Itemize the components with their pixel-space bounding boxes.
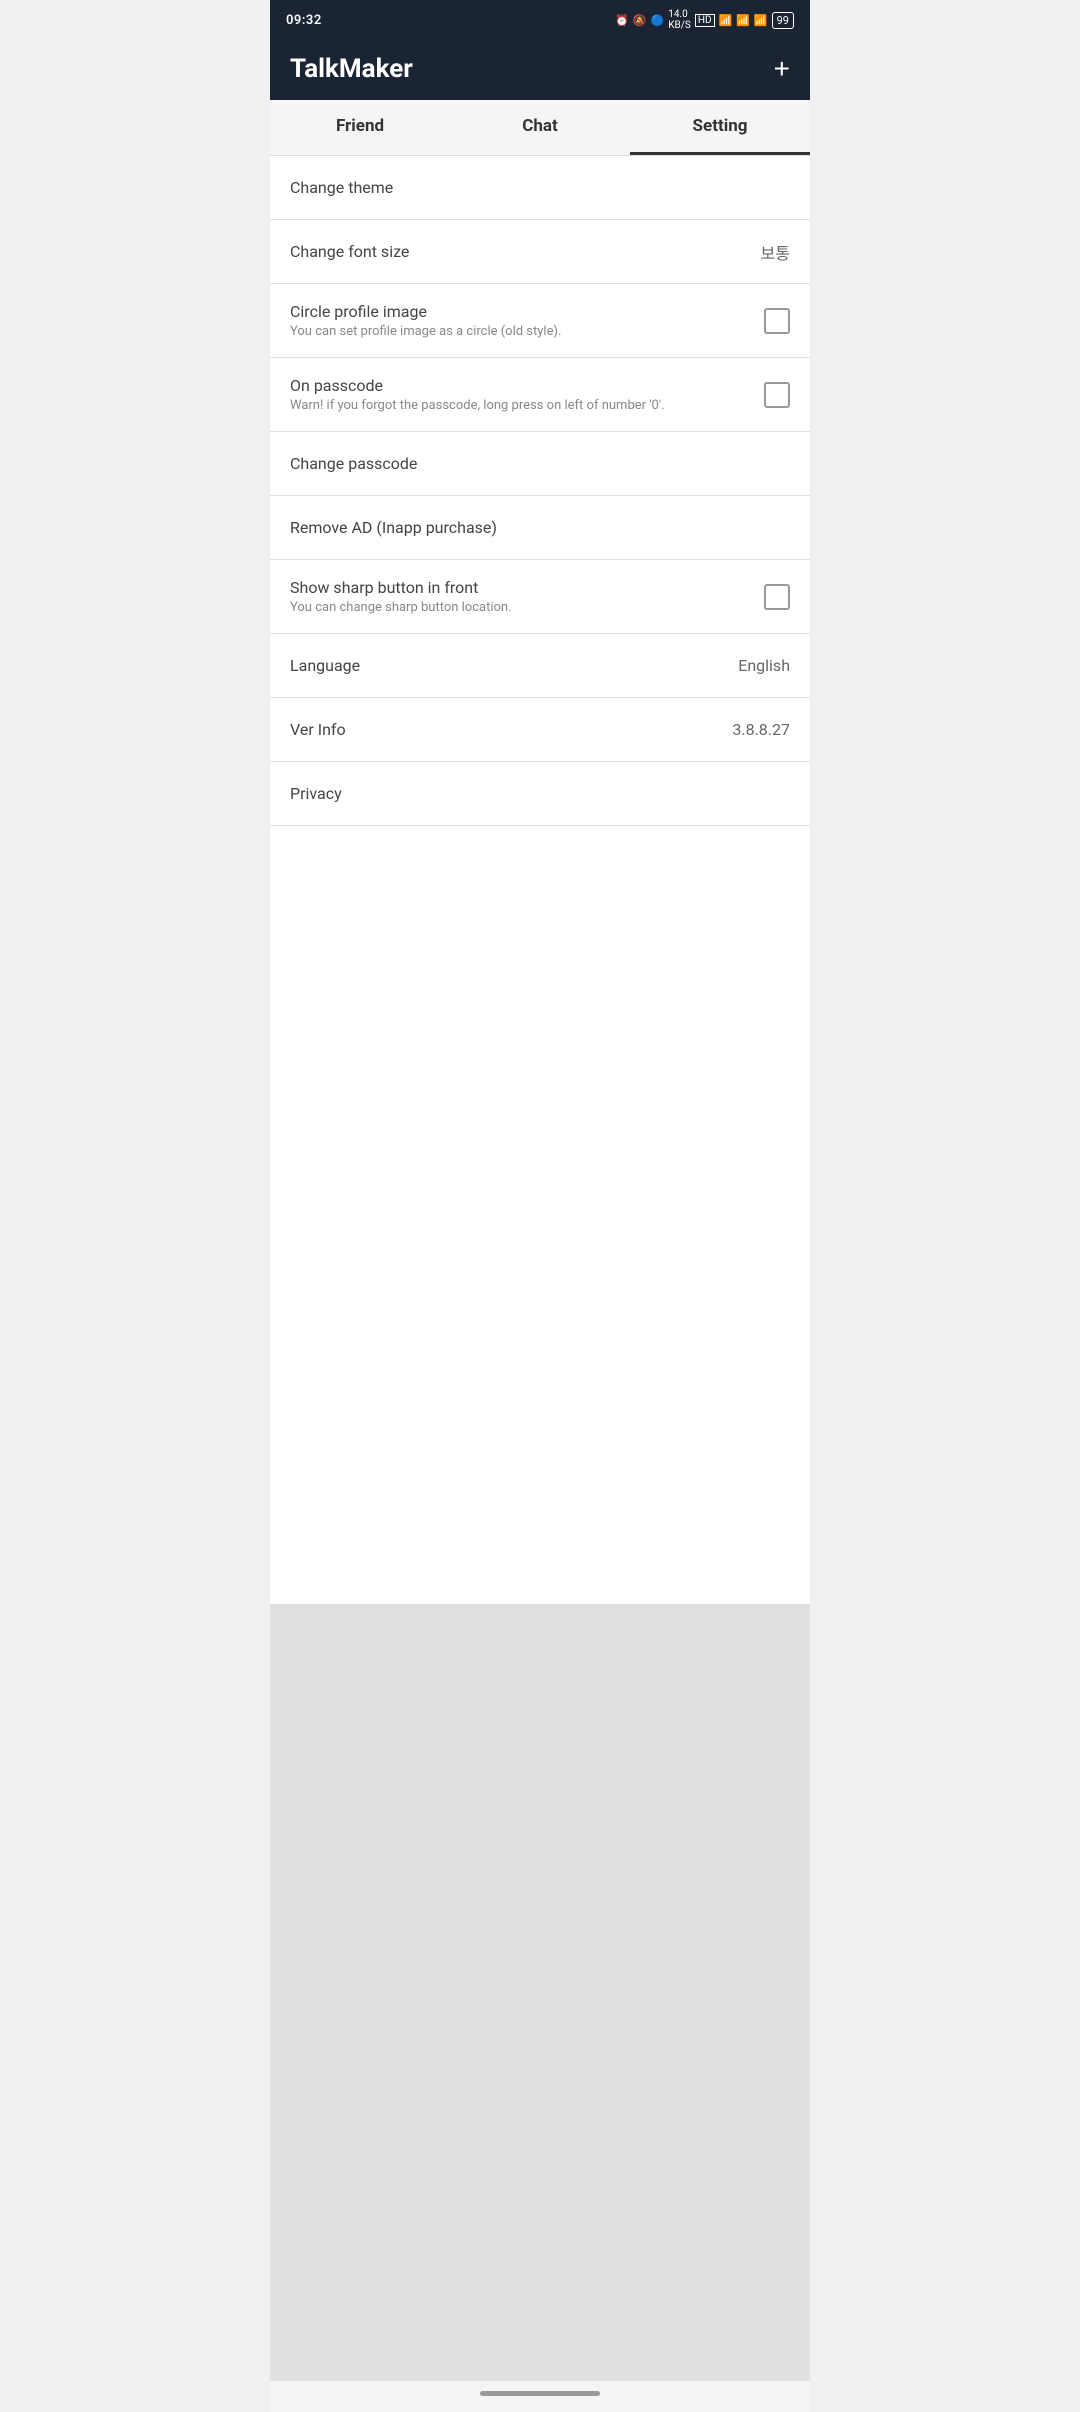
setting-item-change-passcode[interactable]: Change passcode [270, 432, 810, 496]
signal-icon-2: 📶 [754, 14, 768, 27]
setting-content-ver-info: Ver Info [290, 720, 720, 739]
tab-setting[interactable]: Setting [630, 100, 810, 155]
setting-label-change-font-size: Change font size [290, 242, 749, 261]
setting-content-circle-profile-image: Circle profile image You can set profile … [290, 302, 752, 339]
setting-item-change-font-size[interactable]: Change font size 보통 [270, 220, 810, 284]
signal-icon-1: 📶 [736, 14, 750, 27]
mute-icon: 🔕 [633, 14, 647, 27]
setting-item-on-passcode[interactable]: On passcode Warn! if you forgot the passc… [270, 358, 810, 432]
setting-content-language: Language [290, 656, 726, 675]
setting-label-privacy: Privacy [290, 784, 790, 803]
setting-content-remove-ad: Remove AD (Inapp purchase) [290, 518, 790, 537]
wifi-icon: 📶 [719, 14, 733, 27]
home-indicator [480, 2391, 600, 2396]
battery-icon: 99 [772, 12, 794, 29]
tab-chat[interactable]: Chat [450, 100, 630, 155]
setting-label-circle-profile-image: Circle profile image [290, 302, 752, 321]
setting-label-on-passcode: On passcode [290, 376, 752, 395]
setting-item-change-theme[interactable]: Change theme [270, 156, 810, 220]
tab-bar: Friend Chat Setting [270, 100, 810, 156]
setting-label-language: Language [290, 656, 726, 675]
setting-content-change-passcode: Change passcode [290, 454, 790, 473]
home-indicator-bar [270, 2381, 810, 2412]
add-button[interactable]: + [774, 55, 790, 83]
alarm-icon: ⏰ [615, 14, 629, 27]
bluetooth-icon: 🔵 [651, 14, 665, 27]
setting-sublabel-show-sharp-button: You can change sharp button location. [290, 600, 752, 615]
tab-friend[interactable]: Friend [270, 100, 450, 155]
setting-value-change-font-size: 보통 [761, 240, 790, 264]
setting-sublabel-on-passcode: Warn! if you forgot the passcode, long p… [290, 398, 752, 413]
setting-label-change-passcode: Change passcode [290, 454, 790, 473]
status-icons: ⏰ 🔕 🔵 14.0KB/S HD 📶 📶 📶 99 [615, 9, 794, 31]
setting-checkbox-show-sharp-button[interactable] [764, 584, 790, 610]
setting-label-remove-ad: Remove AD (Inapp purchase) [290, 518, 790, 537]
status-bar: 09:32 ⏰ 🔕 🔵 14.0KB/S HD 📶 📶 📶 99 [270, 0, 810, 40]
setting-content-privacy: Privacy [290, 784, 790, 803]
setting-content-on-passcode: On passcode Warn! if you forgot the passc… [290, 376, 752, 413]
setting-item-circle-profile-image[interactable]: Circle profile image You can set profile … [270, 284, 810, 358]
setting-item-language[interactable]: Language English [270, 634, 810, 698]
setting-item-ver-info[interactable]: Ver Info 3.8.8.27 [270, 698, 810, 762]
bottom-area [270, 1604, 810, 2382]
setting-item-show-sharp-button[interactable]: Show sharp button in front You can change… [270, 560, 810, 634]
setting-label-show-sharp-button: Show sharp button in front [290, 578, 752, 597]
setting-label-change-theme: Change theme [290, 178, 790, 197]
app-header: TalkMaker + [270, 40, 810, 100]
setting-content-change-theme: Change theme [290, 178, 790, 197]
data-speed: 14.0KB/S [668, 9, 691, 31]
setting-value-language: English [738, 656, 790, 675]
setting-item-remove-ad[interactable]: Remove AD (Inapp purchase) [270, 496, 810, 560]
setting-content-change-font-size: Change font size [290, 242, 749, 261]
setting-item-privacy[interactable]: Privacy [270, 762, 810, 826]
hd-icon: HD [695, 14, 715, 27]
setting-checkbox-circle-profile-image[interactable] [764, 308, 790, 334]
setting-sublabel-circle-profile-image: You can set profile image as a circle (o… [290, 324, 752, 339]
setting-checkbox-on-passcode[interactable] [764, 382, 790, 408]
setting-content-show-sharp-button: Show sharp button in front You can change… [290, 578, 752, 615]
setting-value-ver-info: 3.8.8.27 [732, 720, 790, 739]
status-time: 09:32 [286, 13, 322, 28]
setting-label-ver-info: Ver Info [290, 720, 720, 739]
settings-list: Change theme Change font size 보통 Circle pro… [270, 156, 810, 1604]
app-title: TalkMaker [290, 54, 413, 84]
